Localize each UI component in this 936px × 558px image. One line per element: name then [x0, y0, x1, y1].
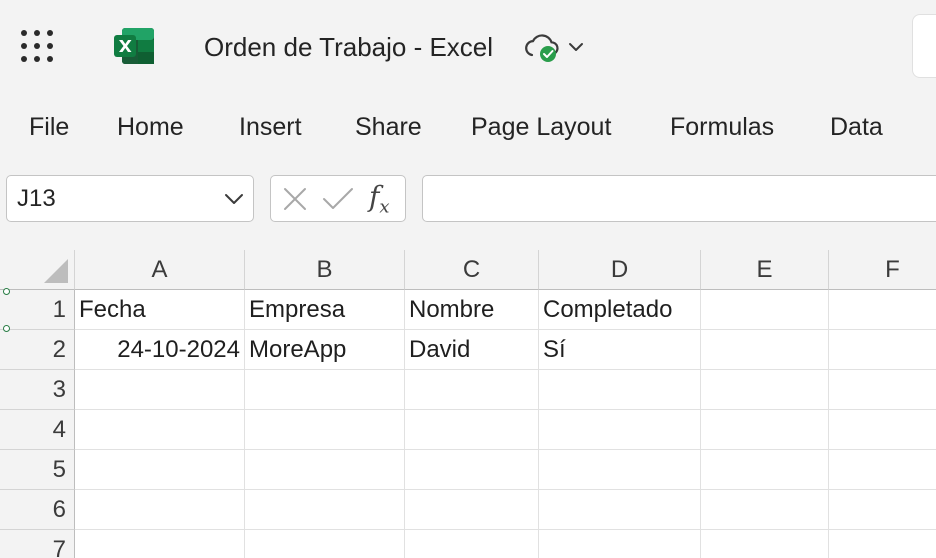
cell-f7[interactable] — [829, 530, 936, 558]
row-header-6[interactable]: 6 — [0, 490, 75, 530]
row-header-7[interactable]: 7 — [0, 530, 75, 558]
formula-input[interactable] — [422, 175, 936, 222]
row-header-3[interactable]: 3 — [0, 370, 75, 410]
cell-e5[interactable] — [701, 450, 829, 490]
tab-file[interactable]: File — [29, 110, 69, 144]
cell-e2[interactable] — [701, 330, 829, 370]
cell-f2[interactable] — [829, 330, 936, 370]
cell-d7[interactable] — [539, 530, 701, 558]
tab-formulas[interactable]: Formulas — [670, 110, 774, 144]
cell-d4[interactable] — [539, 410, 701, 450]
select-all-icon — [44, 259, 68, 283]
cell-c3[interactable] — [405, 370, 539, 410]
insert-function-icon: f — [369, 180, 380, 213]
insert-function-sub: x — [379, 196, 390, 218]
row-header-4[interactable]: 4 — [0, 410, 75, 450]
tab-data[interactable]: Data — [830, 110, 883, 144]
save-status-button[interactable] — [524, 29, 590, 65]
select-all-button[interactable] — [0, 250, 75, 290]
cell-d5[interactable] — [539, 450, 701, 490]
cell-d6[interactable] — [539, 490, 701, 530]
row-header-2[interactable]: 2 — [0, 330, 75, 370]
title-bar: Orden de Trabajo - Excel — [0, 0, 936, 92]
column-header-f[interactable]: F — [829, 250, 936, 290]
cell-f5[interactable] — [829, 450, 936, 490]
cell-a5[interactable] — [75, 450, 245, 490]
cell-a7[interactable] — [75, 530, 245, 558]
cell-b1[interactable]: Empresa — [245, 290, 405, 330]
cell-e6[interactable] — [701, 490, 829, 530]
tab-share[interactable]: Share — [355, 110, 422, 144]
row-header-5[interactable]: 5 — [0, 450, 75, 490]
cell-a2[interactable]: 24-10-2024 — [75, 330, 245, 370]
cell-b5[interactable] — [245, 450, 405, 490]
row-header-1[interactable]: 1 — [0, 290, 75, 330]
cell-c4[interactable] — [405, 410, 539, 450]
enter-check-icon[interactable] — [321, 185, 355, 213]
name-box[interactable]: J13 — [6, 175, 254, 222]
name-box-value: J13 — [17, 185, 56, 212]
document-title[interactable]: Orden de Trabajo - Excel — [204, 30, 493, 64]
cell-c2[interactable]: David — [405, 330, 539, 370]
tab-home[interactable]: Home — [117, 110, 184, 144]
tab-page-layout[interactable]: Page Layout — [471, 110, 611, 144]
cell-e1[interactable] — [701, 290, 829, 330]
cell-c5[interactable] — [405, 450, 539, 490]
cell-f4[interactable] — [829, 410, 936, 450]
cell-b4[interactable] — [245, 410, 405, 450]
cell-f1[interactable] — [829, 290, 936, 330]
cell-b3[interactable] — [245, 370, 405, 410]
spreadsheet-grid: A B C D E F 1 2 3 4 5 6 7 Fecha Empresa No… — [0, 250, 936, 558]
selection-handle[interactable] — [3, 288, 10, 295]
chevron-down-icon — [569, 43, 583, 51]
excel-logo-icon — [112, 26, 156, 66]
cell-b7[interactable] — [245, 530, 405, 558]
cell-a4[interactable] — [75, 410, 245, 450]
cell-a3[interactable] — [75, 370, 245, 410]
cell-b2[interactable]: MoreApp — [245, 330, 405, 370]
search-box[interactable] — [912, 14, 936, 78]
cell-f3[interactable] — [829, 370, 936, 410]
cell-e4[interactable] — [701, 410, 829, 450]
column-header-b[interactable]: B — [245, 250, 405, 290]
cell-a1[interactable]: Fecha — [75, 290, 245, 330]
cell-c6[interactable] — [405, 490, 539, 530]
insert-function-button[interactable]: fx — [369, 180, 390, 225]
cell-f6[interactable] — [829, 490, 936, 530]
column-header-e[interactable]: E — [701, 250, 829, 290]
cell-d3[interactable] — [539, 370, 701, 410]
cell-c7[interactable] — [405, 530, 539, 558]
cell-e3[interactable] — [701, 370, 829, 410]
formula-actions: fx — [270, 175, 406, 222]
cell-a6[interactable] — [75, 490, 245, 530]
cell-d2[interactable]: Sí — [539, 330, 701, 370]
cell-e7[interactable] — [701, 530, 829, 558]
cloud-saved-icon — [525, 34, 559, 62]
column-header-d[interactable]: D — [539, 250, 701, 290]
cell-b6[interactable] — [245, 490, 405, 530]
ribbon-tabs: File Home Insert Share Page Layout Formu… — [0, 100, 936, 154]
tab-insert[interactable]: Insert — [239, 110, 302, 144]
cell-d1[interactable]: Completado — [539, 290, 701, 330]
cell-c1[interactable]: Nombre — [405, 290, 539, 330]
cancel-x-icon[interactable] — [281, 185, 309, 213]
chevron-down-icon[interactable] — [223, 189, 245, 209]
column-header-a[interactable]: A — [75, 250, 245, 290]
column-header-c[interactable]: C — [405, 250, 539, 290]
selection-handle[interactable] — [3, 325, 10, 332]
app-launcher-icon[interactable] — [20, 29, 54, 63]
